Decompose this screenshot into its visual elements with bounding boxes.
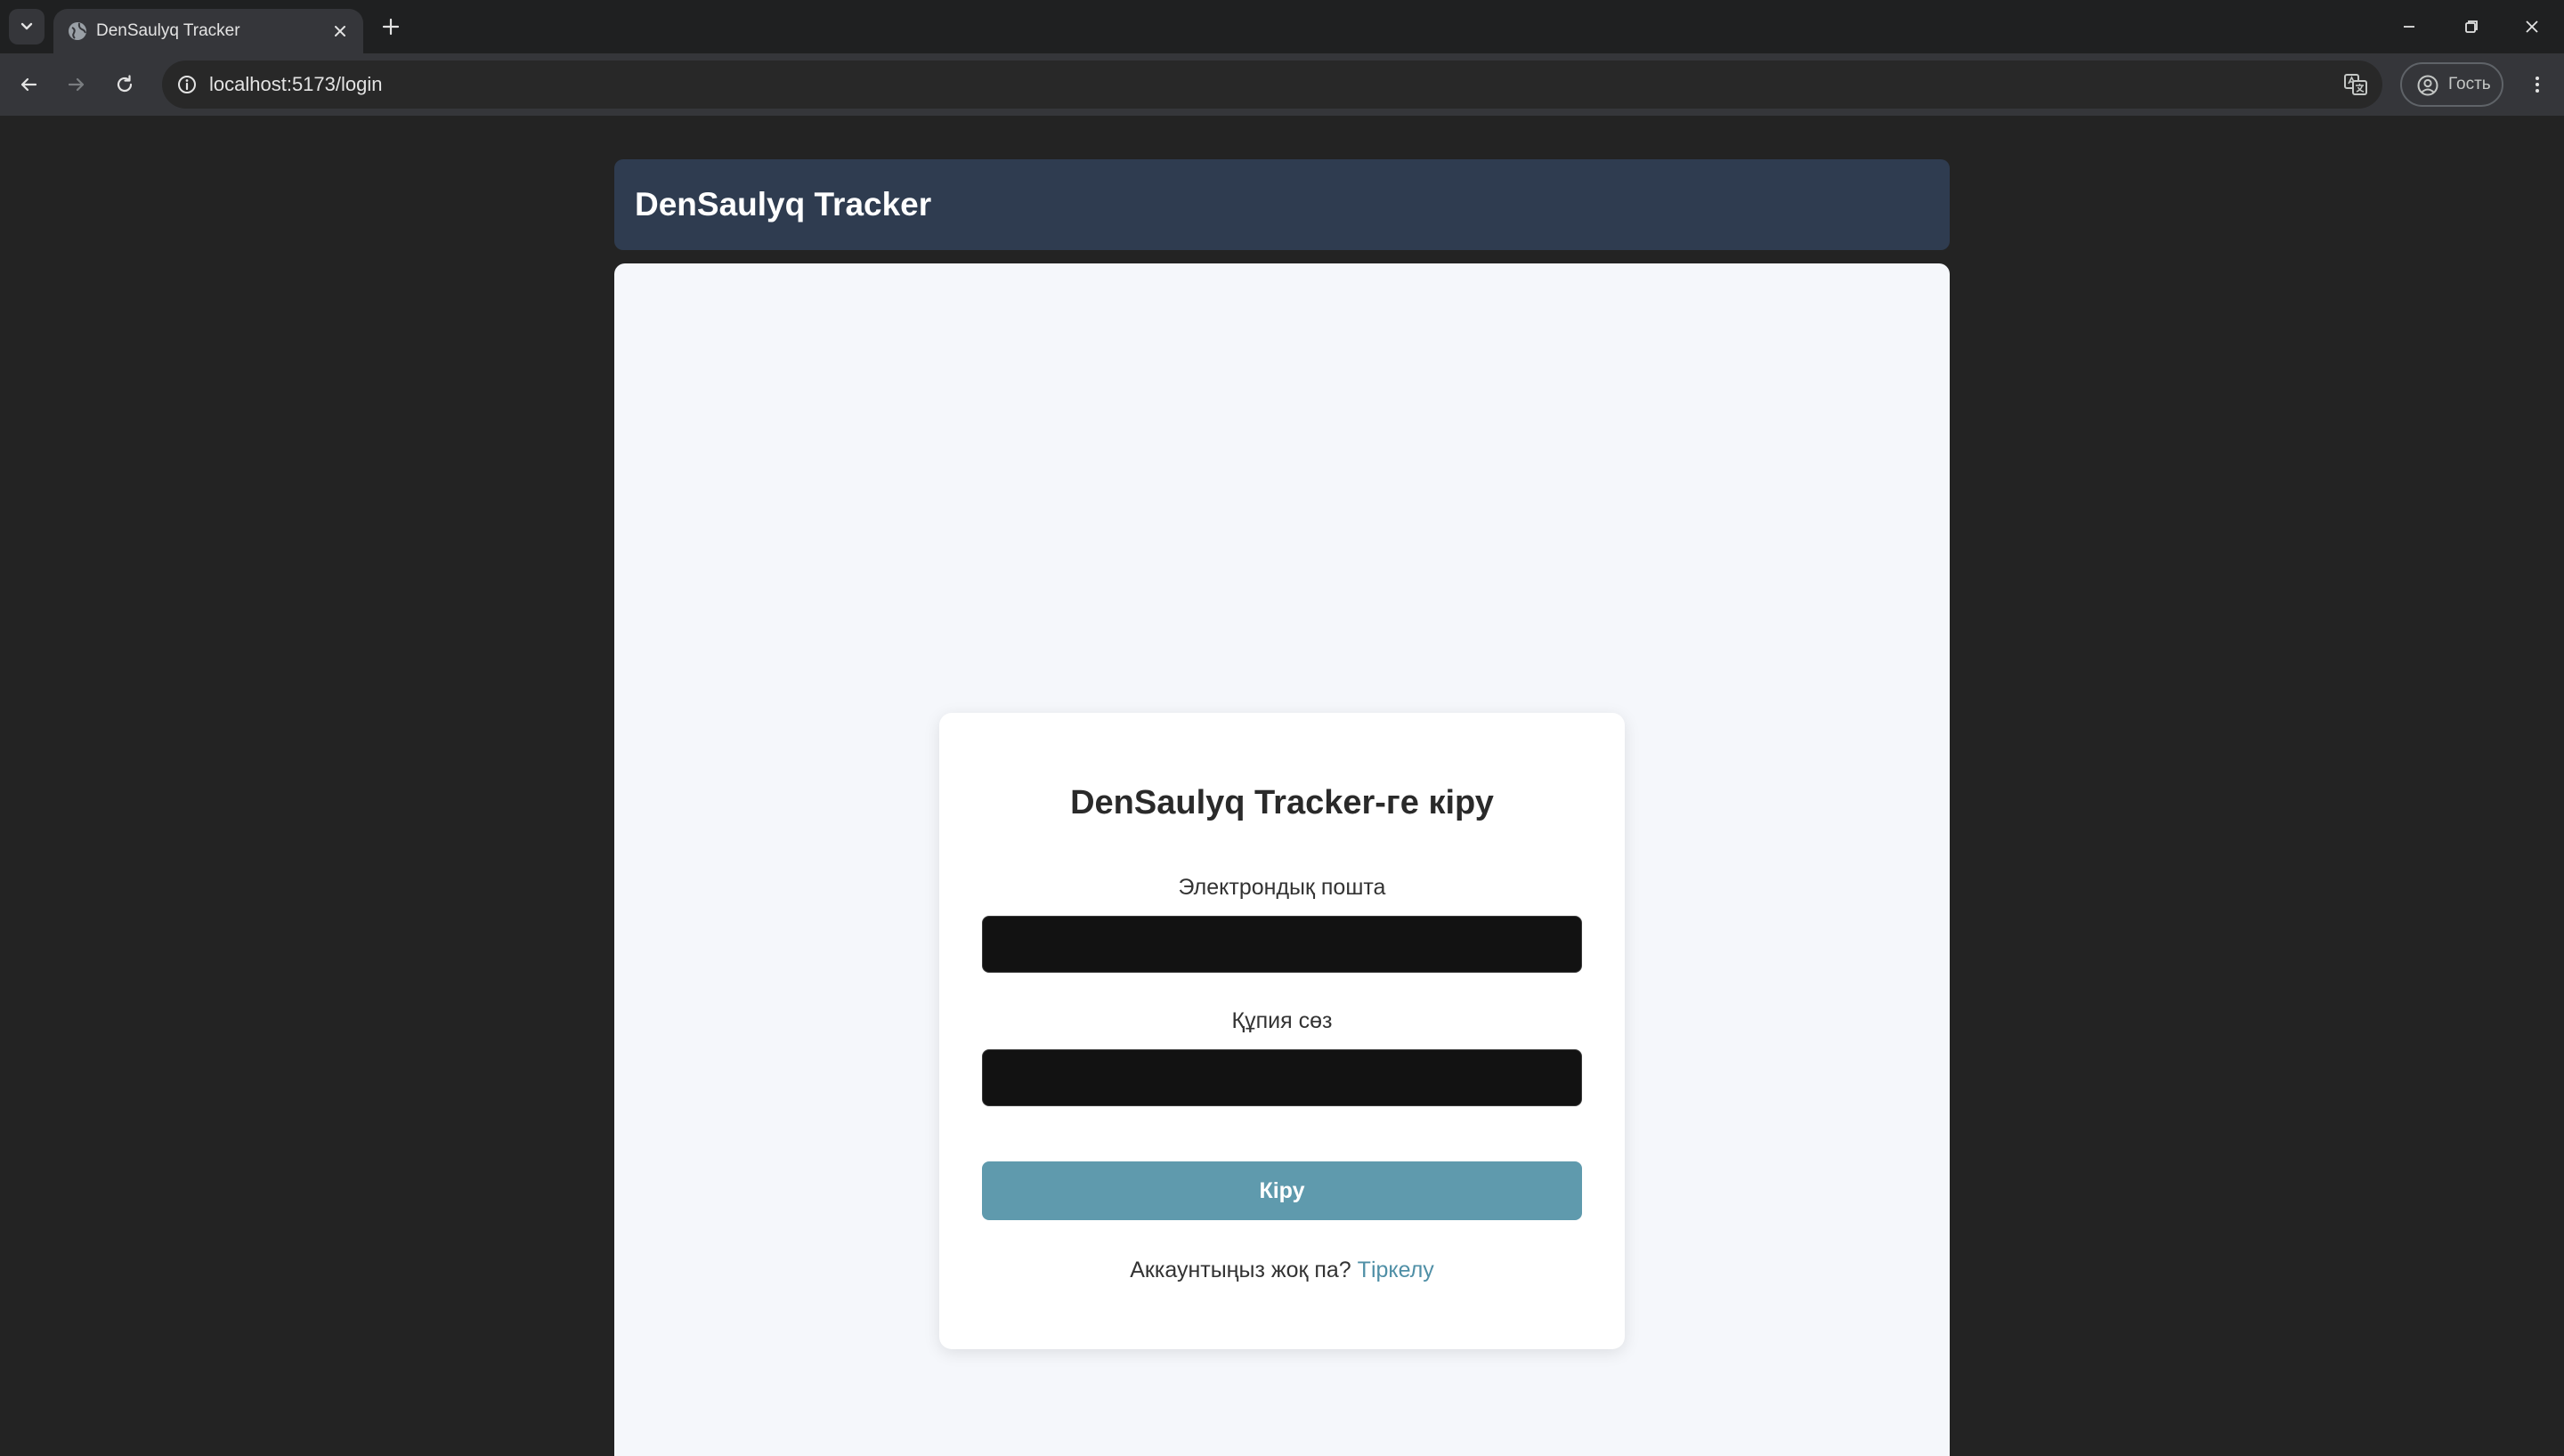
address-bar[interactable]: localhost:5173/login: [162, 61, 2382, 109]
tab-search-button[interactable]: [9, 9, 45, 44]
register-link[interactable]: Тіркелу: [1358, 1258, 1434, 1282]
restore-icon: [2465, 20, 2478, 33]
main-content: DenSaulyq Tracker-ге кіру Электрондық по…: [614, 263, 1950, 1456]
arrow-right-icon: [68, 77, 85, 92]
app-logo[interactable]: DenSaulyq Tracker: [635, 159, 931, 250]
browser-tab-bar: DenSaulyq Tracker: [0, 0, 2564, 53]
reload-icon: [117, 75, 133, 93]
forward-button[interactable]: [61, 69, 93, 101]
info-icon: [178, 76, 196, 93]
minimize-icon: [2404, 26, 2414, 28]
url-text: localhost:5173/login: [209, 73, 383, 95]
close-icon: [2526, 20, 2538, 33]
globe-icon: [69, 22, 86, 40]
page-viewport: DenSaulyq Tracker DenSaulyq Tracker-ге к…: [0, 116, 2564, 1456]
translate-button[interactable]: [2341, 70, 2370, 99]
close-icon[interactable]: [329, 20, 351, 42]
restore-button[interactable]: [2455, 11, 2487, 43]
email-field[interactable]: [982, 916, 1582, 973]
close-window-button[interactable]: [2516, 11, 2548, 43]
app-header: DenSaulyq Tracker: [614, 159, 1950, 250]
tab-title: DenSaulyq Tracker: [96, 21, 240, 40]
browser-toolbar: localhost:5173/login Гость: [0, 53, 2564, 116]
translate-icon: [2344, 74, 2367, 95]
chevron-down-icon: [20, 22, 33, 30]
profile-button[interactable]: Гость: [2400, 62, 2503, 107]
no-account-text: Аккаунтыңыз жоқ па?: [1130, 1258, 1351, 1282]
browser-menu-button[interactable]: [2521, 69, 2553, 101]
browser-tab-active[interactable]: DenSaulyq Tracker: [53, 9, 363, 53]
person-icon: [2417, 75, 2438, 96]
email-label: Электрондық пошта: [1178, 875, 1386, 900]
reload-button[interactable]: [109, 69, 141, 101]
site-info-button[interactable]: [173, 70, 201, 99]
password-label: Құпия сөз: [1231, 1008, 1333, 1033]
register-prompt: Аккаунтыңыз жоқ па? Тіркелу: [939, 1258, 1625, 1283]
plus-icon[interactable]: [377, 12, 405, 41]
login-title: DenSaulyq Tracker-ге кіру: [1070, 784, 1494, 821]
kebab-icon: [2536, 77, 2539, 93]
arrow-left-icon: [20, 77, 37, 92]
login-card: DenSaulyq Tracker-ге кіру Электрондық по…: [939, 713, 1625, 1349]
password-field[interactable]: [982, 1049, 1582, 1106]
minimize-button[interactable]: [2393, 11, 2425, 43]
login-button[interactable]: Кіру: [982, 1161, 1582, 1220]
profile-label: Гость: [2448, 75, 2491, 93]
back-button[interactable]: [12, 69, 45, 101]
